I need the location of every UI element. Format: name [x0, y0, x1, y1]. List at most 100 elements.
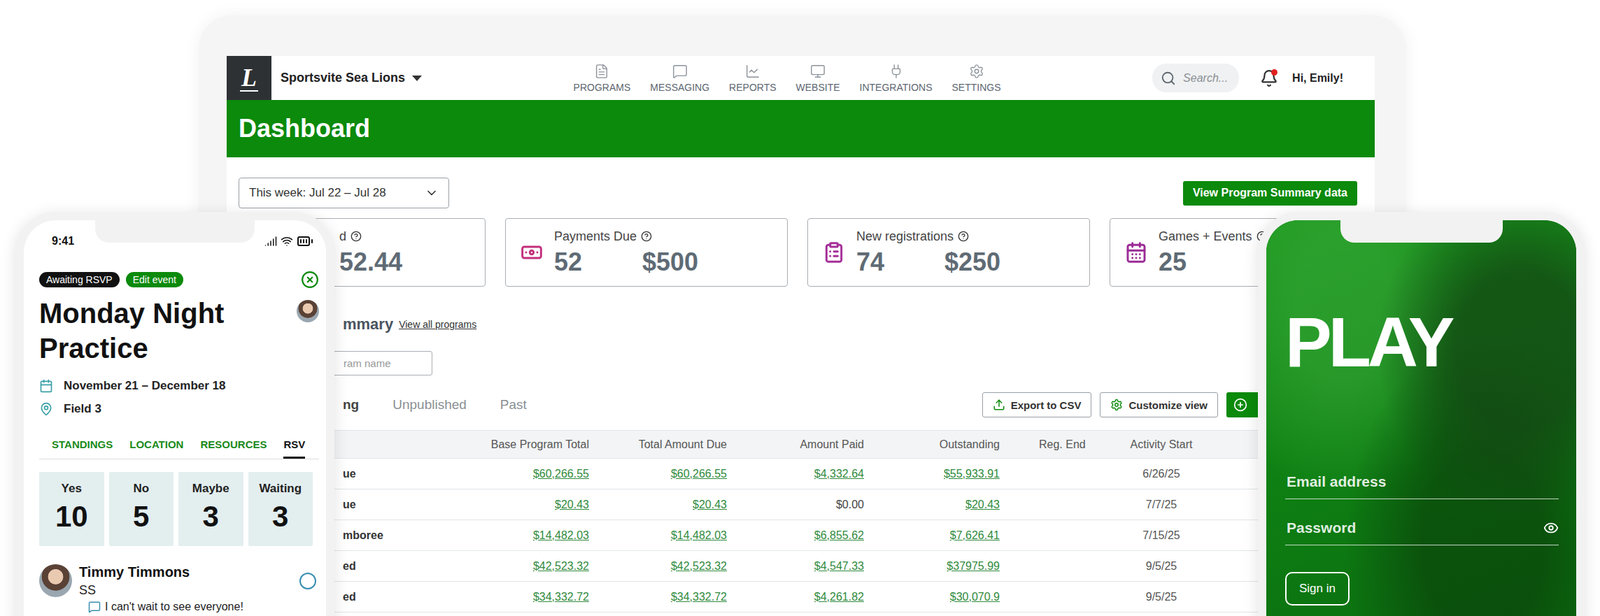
table-row[interactable]: mboree$14,482.03$14,482.03$6,855.62$7,62… — [226, 520, 1375, 552]
stat-value: 74 — [856, 248, 885, 277]
amount-link[interactable]: $20.43 — [692, 498, 727, 511]
amount-link[interactable]: $6,855.62 — [814, 529, 865, 542]
sign-in-button[interactable]: Sign in — [1285, 572, 1350, 606]
nav-item[interactable]: MESSAGING — [649, 63, 710, 94]
date-range-select[interactable]: This week: Jul 22 – Jul 28 — [238, 177, 450, 209]
amount-cell: $34,332.72 — [589, 591, 727, 604]
organizer-avatar[interactable] — [296, 300, 320, 323]
header-cell[interactable]: Base Program Total — [475, 438, 590, 452]
event-tab[interactable]: RESOURCES — [200, 431, 267, 459]
search-input[interactable] — [1181, 71, 1233, 86]
nav-item[interactable]: WEBSITE — [796, 63, 841, 94]
event-tab[interactable]: RSV — [283, 431, 306, 459]
summary-data-button[interactable]: View Program Summary data — [1183, 181, 1358, 206]
table-action-button[interactable]: Customize view — [1099, 392, 1219, 418]
password-input[interactable] — [1285, 519, 1538, 538]
attendance-radio[interactable] — [299, 572, 317, 590]
close-button[interactable] — [300, 270, 320, 289]
stat-value: $500 — [642, 248, 699, 277]
view-all-link[interactable]: View all programs — [398, 319, 477, 331]
header-cell[interactable]: Total Amount Due — [589, 438, 727, 452]
amount-link[interactable]: $60,266.55 — [533, 468, 590, 480]
stat-label: d — [339, 229, 403, 245]
header-cell[interactable]: Activity Start — [1119, 438, 1204, 452]
header-cell[interactable]: Amount Paid — [726, 438, 865, 452]
program-search[interactable] — [328, 351, 433, 376]
amount-link[interactable]: $4,547.33 — [814, 560, 865, 573]
amount-link[interactable]: $20.43 — [965, 498, 1000, 511]
program-tab[interactable]: Past — [500, 397, 527, 413]
nav-item[interactable]: PROGRAMS — [573, 63, 632, 94]
amount-link[interactable]: $7,626.41 — [950, 529, 1000, 542]
login-field[interactable] — [1285, 510, 1559, 546]
table-action-button[interactable]: Export to CSV — [982, 392, 1093, 418]
stat-icon-slot — [821, 239, 847, 266]
table-row[interactable]: ed$34,332.72$34,332.72$4,261.82$30,070.9… — [226, 582, 1375, 613]
stat-values: 52$500 — [554, 248, 699, 277]
nav-item[interactable]: INTEGRATIONS — [859, 63, 933, 94]
gear-icon — [1110, 398, 1123, 412]
summary-title: mmary — [342, 315, 394, 334]
eye-icon[interactable] — [1543, 520, 1559, 536]
stat-card[interactable]: New registrations74$250 — [807, 218, 1090, 287]
nav-icon — [593, 63, 610, 80]
member-text: Timmy TimmonsSSI can't wait to see every… — [79, 564, 293, 614]
dashboard-screen: L Sportsvite Sea Lions PROGRAMS MESSAGING RE… — [226, 55, 1375, 616]
amount-link[interactable]: $34,332.72 — [670, 591, 727, 604]
marketing-canvas: L Sportsvite Sea Lions PROGRAMS MESSAGING RE… — [0, 0, 1600, 616]
amount-link[interactable]: $4,261.82 — [814, 591, 865, 604]
table-row[interactable]: ue$60,266.55$60,266.55$4,332.64$55,933.9… — [226, 458, 1375, 490]
rsvp-count: 10 — [55, 500, 89, 534]
login-phone: PLAYSign in — [1257, 211, 1585, 616]
rsvp-box[interactable]: Yes10 — [39, 472, 105, 547]
header-cell[interactable]: Reg. End — [999, 438, 1120, 452]
notifications-button[interactable] — [1259, 69, 1279, 88]
stat-value: 25 — [1158, 248, 1187, 277]
amount-link[interactable]: $34,332.72 — [533, 591, 590, 604]
location-pin-icon — [39, 402, 54, 417]
login-field[interactable] — [1285, 464, 1559, 500]
event-badge[interactable]: Awaiting RSVP — [39, 272, 120, 288]
header-cell[interactable]: Outstanding — [864, 438, 1000, 452]
amount-link[interactable]: $37975.99 — [946, 560, 1000, 573]
stat-text: Payments Due52$500 — [554, 229, 699, 277]
close-icon — [300, 270, 320, 289]
event-tab[interactable]: LOCATION — [129, 431, 184, 459]
activity-start-cell: 7/15/25 — [1119, 529, 1204, 543]
event-badge[interactable]: Edit event — [125, 272, 184, 288]
phone-notch — [95, 220, 255, 243]
amount-link[interactable]: $14,482.03 — [533, 529, 590, 542]
rsvp-label: Waiting — [258, 482, 302, 497]
rsvp-box[interactable]: Waiting3 — [248, 472, 314, 547]
greeting[interactable]: Hi, Emily! — [1292, 72, 1344, 85]
search-box[interactable] — [1152, 63, 1240, 93]
rsvp-box[interactable]: Maybe3 — [178, 472, 244, 547]
amount-link[interactable]: $42,523.32 — [670, 560, 727, 573]
help-icon[interactable] — [350, 230, 362, 243]
amount-link[interactable]: $30,070.9 — [950, 591, 1000, 604]
rsvp-box[interactable]: No5 — [109, 472, 175, 547]
amount-link[interactable]: $20.43 — [554, 498, 590, 511]
amount-link[interactable]: $4,332.64 — [814, 468, 865, 480]
amount-link[interactable]: $14,482.03 — [670, 529, 727, 542]
nav-item[interactable]: SETTINGS — [952, 63, 1002, 94]
org-switcher[interactable]: Sportsvite Sea Lions — [280, 70, 422, 86]
program-tab[interactable]: ng — [342, 397, 359, 413]
program-tab[interactable]: Unpublished — [392, 397, 467, 413]
amount-link[interactable]: $60,266.55 — [670, 468, 727, 480]
program-tabs: ng Unpublished Past — [342, 397, 527, 413]
event-tab[interactable]: STANDINGS — [51, 431, 113, 459]
help-icon[interactable] — [957, 230, 969, 243]
email-input[interactable] — [1285, 472, 1559, 492]
stat-card[interactable]: Payments Due52$500 — [505, 218, 788, 287]
amount-link[interactable]: $42,523.32 — [533, 560, 590, 573]
help-icon[interactable] — [640, 230, 653, 243]
amount-cell: $20.43 — [589, 498, 727, 512]
table-row[interactable]: ed$42,523.32$42,523.32$4,547.33$37975.99… — [226, 551, 1375, 583]
amount-link[interactable]: $55,933.91 — [943, 468, 1000, 480]
logo[interactable]: L — [226, 55, 272, 101]
nav-item[interactable]: REPORTS — [728, 63, 776, 94]
nav-icon — [672, 63, 688, 80]
amount-cell: $30,070.9 — [864, 591, 1000, 604]
table-row[interactable]: ue$20.43$20.43$0.00$20.437/7/25 — [226, 489, 1375, 521]
